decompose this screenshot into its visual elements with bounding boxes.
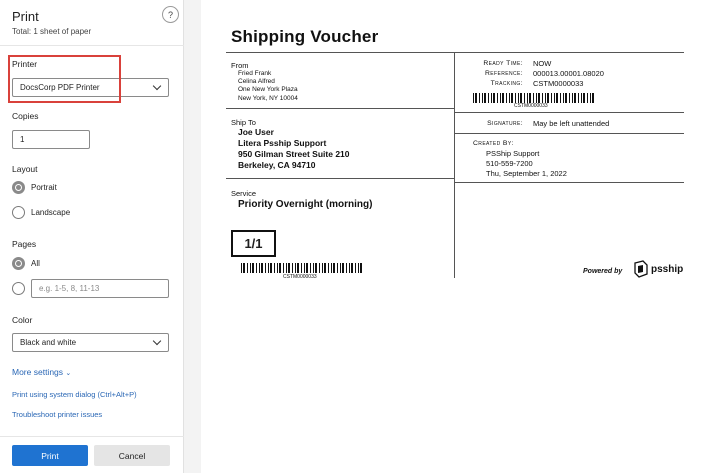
printer-highlight-box [8, 55, 121, 103]
copies-label: Copies [12, 111, 39, 121]
divider [0, 45, 184, 46]
pages-label: Pages [12, 239, 37, 249]
chevron-down-icon [152, 336, 162, 346]
from-line: Celina Alfred [238, 78, 275, 86]
ready-time-value: NOW [533, 59, 552, 68]
copies-input[interactable]: 1 [12, 130, 90, 149]
portrait-radio[interactable] [12, 181, 25, 194]
shipto-address: Joe User Litera Psship Support 950 Gilma… [238, 127, 350, 171]
tracking-rule [454, 112, 684, 113]
barcode-image [241, 263, 362, 273]
print-button[interactable]: Print [12, 445, 88, 466]
created-line: Thu, September 1, 2022 [486, 169, 567, 178]
from-line: New York, NY 10004 [238, 94, 298, 102]
service-value: Priority Overnight (morning) [238, 199, 373, 210]
pages-all-radio[interactable] [12, 257, 25, 270]
shipto-line: Joe User [238, 127, 274, 137]
more-settings-link[interactable]: More settings ⌄ [12, 367, 71, 377]
landscape-label: Landscape [31, 208, 71, 217]
signature-rule [454, 133, 684, 134]
pages-custom-radio[interactable] [12, 282, 25, 295]
cancel-button[interactable]: Cancel [94, 445, 170, 466]
created-by-block: PSShip Support 510-559-7200 Thu, Septemb… [486, 149, 567, 179]
ready-time-label: Ready Time: [483, 60, 523, 67]
powered-by-text: Powered by [583, 268, 623, 275]
reference-value: 000013.00001.08020 [533, 69, 604, 78]
shipto-line: Berkeley, CA 94710 [238, 160, 316, 170]
service-label: Service [231, 189, 257, 198]
shipto-line: Litera Psship Support [238, 138, 327, 148]
print-preview-page: Shipping Voucher From Fried Frank Celina… [201, 0, 708, 473]
shipto-label: Ship To [231, 118, 256, 127]
from-address: Fried Frank Celina Alfred One New York P… [238, 70, 298, 103]
sheet-count: Total: 1 sheet of paper [12, 27, 92, 36]
color-select[interactable]: Black and white [12, 333, 169, 352]
portrait-label: Portrait [31, 183, 57, 192]
from-line: One New York Plaza [238, 86, 298, 94]
tracking-value: CSTM0000033 [533, 79, 584, 88]
created-line: 510-559-7200 [486, 159, 533, 168]
color-label: Color [12, 315, 33, 325]
shipto-line: 950 Gilman Street Suite 210 [238, 149, 350, 159]
created-by-label: Created By: [473, 140, 514, 147]
tracking-barcode-text: CSTM0000033 [514, 103, 548, 109]
troubleshoot-link[interactable]: Troubleshoot printer issues [12, 410, 102, 419]
barcode-text: CSTM0000033 [283, 274, 317, 280]
voucher-title: Shipping Voucher [231, 27, 379, 46]
chevron-down-icon: ⌄ [65, 370, 72, 377]
pages-range-input[interactable]: e.g. 1-5, 8, 11-13 [31, 279, 169, 298]
created-line: PSShip Support [486, 149, 540, 158]
divider [0, 436, 184, 437]
panel-title: Print [12, 9, 39, 24]
tracking-barcode-image [473, 93, 594, 103]
from-rule [226, 108, 454, 109]
from-line: Fried Frank [238, 70, 272, 77]
pages-all-label: All [31, 259, 40, 268]
page-count-box: 1/1 [231, 230, 276, 257]
system-dialog-link[interactable]: Print using system dialog (Ctrl+Alt+P) [12, 390, 137, 399]
top-rule [226, 52, 684, 53]
reference-label: Reference: [484, 70, 523, 77]
signature-value: May be left unattended [533, 119, 610, 128]
chevron-down-icon [152, 81, 162, 91]
more-settings-label: More settings [12, 367, 64, 377]
psship-logo: psship [633, 260, 683, 278]
psship-logo-icon [634, 260, 648, 278]
layout-label: Layout [12, 164, 38, 174]
landscape-radio[interactable] [12, 206, 25, 219]
created-rule [454, 182, 684, 183]
tracking-label: Tracking: [490, 80, 523, 87]
print-settings-panel: Print Total: 1 sheet of paper ? Printer … [0, 0, 184, 473]
shipto-rule [226, 178, 454, 179]
from-label: From [231, 61, 249, 70]
help-button[interactable]: ? [162, 6, 179, 23]
psship-logo-text: psship [651, 263, 684, 275]
color-value: Black and white [20, 338, 77, 347]
signature-label: Signature: [487, 120, 523, 127]
